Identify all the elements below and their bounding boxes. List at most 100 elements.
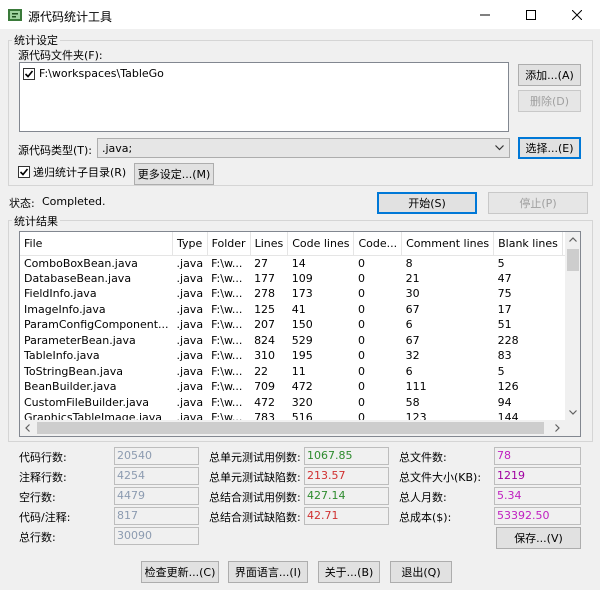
select-type-button[interactable]: 选择...(E) [518,137,581,159]
recursive-checkbox[interactable] [18,166,30,178]
ratio-field[interactable]: 817 [114,507,199,525]
chevron-down-icon [495,145,504,151]
table-cell: .java [176,395,204,409]
table-cell: F:\w... [211,395,243,409]
start-button[interactable]: 开始(S) [377,192,477,214]
comment-lines-label: 注释行数: [19,471,67,484]
table-cell: 83 [497,349,512,363]
unit-cases-label: 总单元测试用例数: [209,451,301,464]
table-cell: 0 [357,302,365,316]
scroll-right-icon[interactable] [555,424,560,432]
column-header[interactable]: Blank lines [493,232,563,256]
table-row[interactable]: ComboBoxBean.java.javaF:\w...2714085544 [20,255,580,271]
delete-folder-button[interactable]: 删除(D) [518,90,581,112]
unit-defects-field[interactable]: 213.57 [304,467,389,485]
table-cell: 0 [357,395,365,409]
integ-cases-label: 总结合测试用例数: [209,491,301,504]
table-row[interactable]: FieldInfo.java.javaF:\w...27817303075629… [20,286,580,302]
maximize-button[interactable] [508,0,554,30]
blank-lines-field[interactable]: 4479 [114,487,199,505]
table-cell: 0 [357,333,365,347]
language-button[interactable]: 界面语言...(I) [228,561,308,583]
window-title: 源代码统计工具 [28,10,113,24]
table-cell: 472 [254,395,276,409]
table-cell: 21 [405,271,420,285]
table-cell: 94 [497,395,512,409]
save-button[interactable]: 保存...(V) [496,527,581,549]
table-row[interactable]: ToStringBean.java.javaF:\w...2211065559 [20,364,580,380]
table-cell: ParamConfigComponent... [24,318,169,332]
add-folder-button[interactable]: 添加...(A) [518,64,581,86]
table-cell: 150 [291,318,313,332]
close-icon [572,10,582,20]
table-cell: 472 [291,380,313,394]
table-row[interactable]: ImageInfo.java.javaF:\w...12541067172592 [20,302,580,318]
table-cell: ComboBoxBean.java [24,256,138,270]
check-update-button[interactable]: 检查更新...(C) [141,561,219,583]
stop-button[interactable]: 停止(P) [488,192,588,214]
column-header[interactable]: Comment lines [401,232,495,256]
code-lines-field[interactable]: 20540 [114,447,199,465]
scroll-up-icon[interactable] [569,237,577,242]
table-row[interactable]: ParameterBean.java .java F:\w... 824 529 0 67 2… [20,333,580,349]
table-row[interactable]: CustomFileBuilder.java .java F:\w... 472 320… [20,395,580,411]
status-label: 状态: [9,197,35,210]
total-lines-label: 总行数: [19,531,56,544]
vertical-scrollbar[interactable] [565,232,580,420]
table-cell: 6 [405,364,413,378]
folder-label: 源代码文件夹(F): [18,49,103,62]
table-cell: 51 [497,318,512,332]
column-header[interactable]: Lines [250,232,289,256]
column-header[interactable]: Code lines [287,232,355,256]
table-cell: 11 [291,364,306,378]
total-files-field[interactable]: 78 [494,447,581,465]
integ-defects-label: 总结合测试缺陷数: [209,511,301,524]
table-cell: F:\w... [211,364,243,378]
integ-defects-field[interactable]: 42.71 [304,507,389,525]
table-cell: 0 [357,287,365,301]
unit-cases-field[interactable]: 1067.85 [304,447,389,465]
table-cell: 41 [291,302,306,316]
results-table[interactable]: File Type Folder Lines Code lines Code... Comm… [19,231,581,437]
close-button[interactable] [554,0,600,30]
recursive-option[interactable]: 递归统计子目录(R) [18,164,126,180]
table-cell: .java [176,364,204,378]
column-header[interactable]: Folder [207,232,251,256]
table-row[interactable]: DatabaseBean.java .java F:\w... 177 109 0 21 47… [20,271,580,287]
source-type-select[interactable]: .java; [97,138,510,158]
code-lines-label: 代码行数: [19,451,67,464]
table-cell: .java [176,349,204,363]
table-cell: 5 [497,256,505,270]
table-row[interactable]: BeanBuilder.java .java F:\w... 709 472 0 111 12… [20,379,580,395]
about-button[interactable]: 关于...(B) [318,561,380,583]
total-size-field[interactable]: 1219 [494,467,581,485]
folder-checkbox[interactable] [23,67,35,80]
exit-button[interactable]: 退出(Q) [390,561,452,583]
column-header[interactable]: Type [172,232,208,256]
folder-list[interactable]: F:\workspaces\TableGo [19,62,509,132]
folder-list-item[interactable]: F:\workspaces\TableGo [23,67,164,80]
table-row[interactable]: ParamConfigComponent... .java F:\w... 207 15… [20,317,580,333]
horizontal-scroll-thumb[interactable] [37,422,544,434]
source-type-label: 源代码类型(T): [18,144,93,157]
comment-lines-field[interactable]: 4254 [114,467,199,485]
vertical-scroll-thumb[interactable] [567,249,579,271]
table-cell: F:\w... [211,256,243,270]
scroll-down-icon[interactable] [569,410,577,415]
horizontal-scrollbar[interactable] [20,420,565,436]
total-cost-field[interactable]: 53392.50 [494,507,581,525]
man-months-field[interactable]: 5.34 [494,487,581,505]
blank-lines-label: 空行数: [19,491,56,504]
total-lines-field[interactable]: 30090 [114,527,199,545]
column-header[interactable]: Code... [353,232,403,256]
integ-cases-field[interactable]: 427.14 [304,487,389,505]
table-cell: F:\w... [211,287,243,301]
more-settings-button[interactable]: 更多设定...(M) [134,163,214,185]
table-cell: TableInfo.java [24,349,100,363]
status-value: Completed. [42,195,106,208]
scroll-left-icon[interactable] [25,424,30,432]
table-cell: 17 [497,302,512,316]
table-row[interactable]: TableInfo.java.javaF:\w...31019503283775… [20,348,580,364]
column-header[interactable]: File [20,232,174,256]
minimize-button[interactable] [462,0,508,30]
